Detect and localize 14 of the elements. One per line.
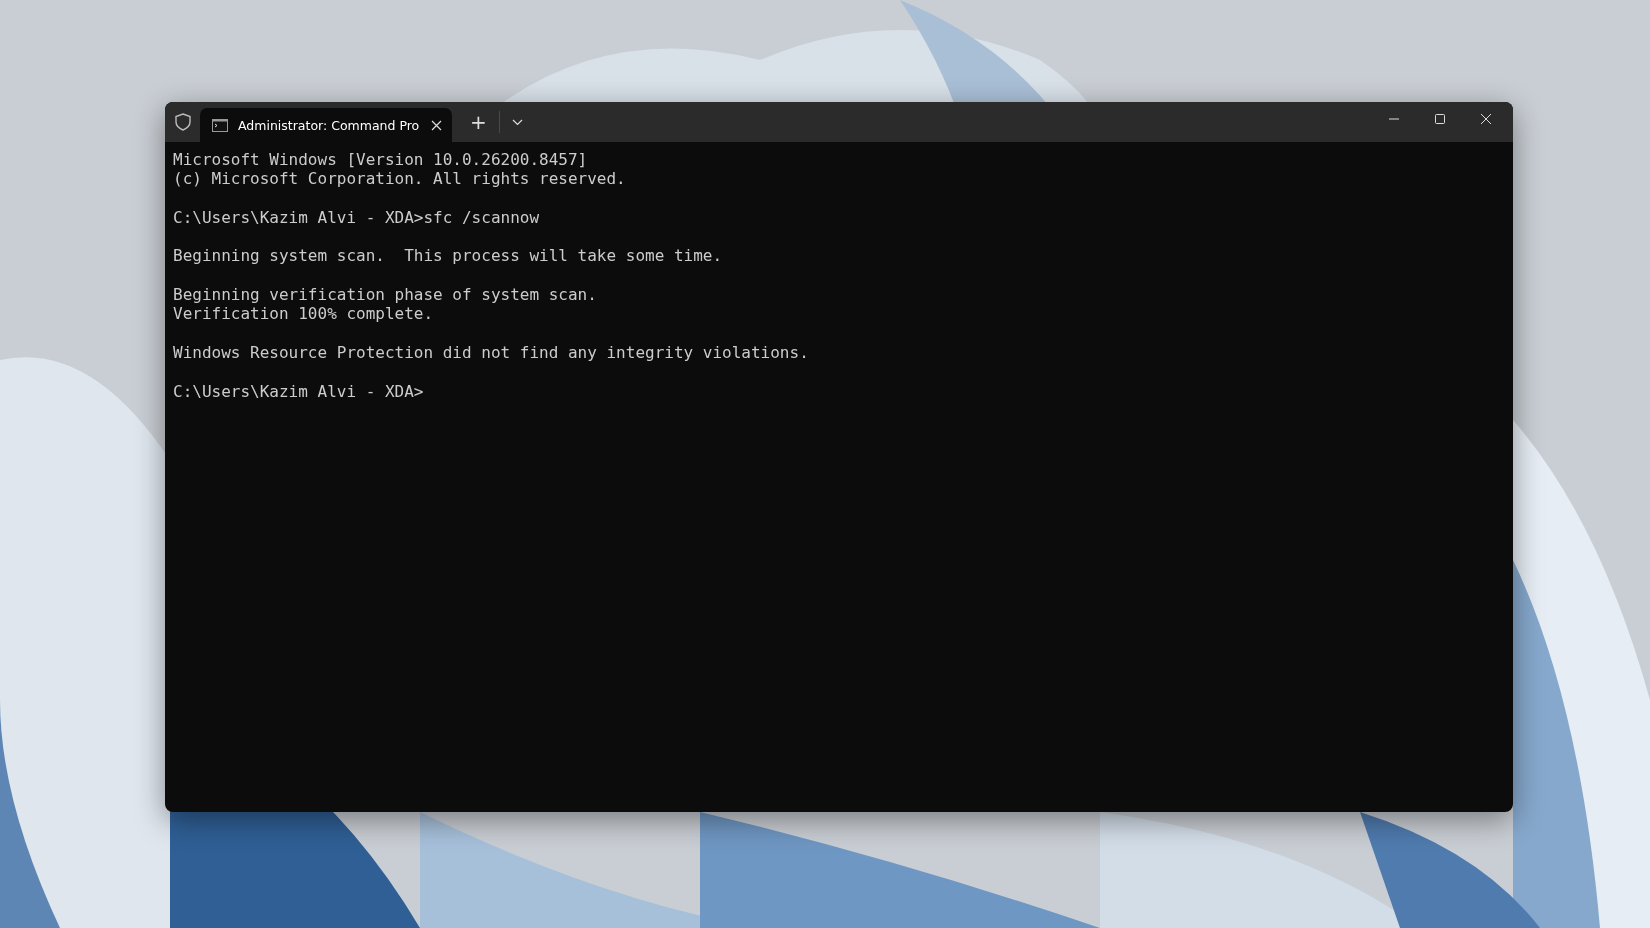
terminal-line: C:\Users\Kazim Alvi - XDA>sfc /scannow [173,207,541,228]
terminal-line: Beginning verification phase of system scan. [173,285,598,305]
terminal-line: Windows Resource Protection did not find any integrity violations. [173,342,810,363]
tab-title: Administrator: Command Pro [238,117,421,133]
shield-icon [175,113,191,131]
tab[interactable]: Administrator: Command Pro [200,108,452,142]
new-tab-button[interactable]: + [464,110,493,134]
terminal-line: C:\Users\Kazim Alvi - XDA> [173,381,425,401]
terminal-line: Microsoft Windows [Version 10.0.26200.8457] [173,150,589,170]
terminal-icon [212,118,228,132]
terminal-line: Verification 100% complete. [173,304,435,324]
close-icon[interactable] [431,119,442,131]
terminal-line: (c) Microsoft Corporation. All rights reserved. [173,169,627,189]
terminal-line: Beginning system scan. This process will take some time. [173,246,724,266]
